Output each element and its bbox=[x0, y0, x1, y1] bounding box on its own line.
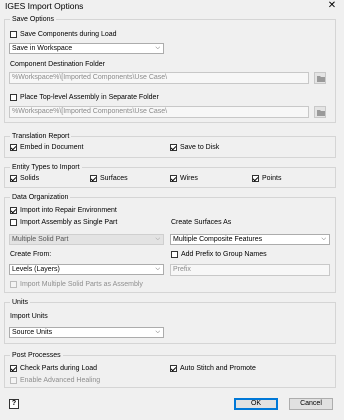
folder-icon bbox=[317, 76, 325, 82]
browse-destination-button[interactable] bbox=[314, 72, 326, 84]
wires-checkbox[interactable] bbox=[170, 175, 177, 182]
close-icon[interactable]: ✕ bbox=[326, 0, 338, 11]
surfaces-checkbox[interactable] bbox=[90, 175, 97, 182]
solids-checkbox[interactable] bbox=[10, 175, 17, 182]
advanced-healing-checkbox[interactable] bbox=[10, 377, 17, 384]
prefix-input[interactable]: Prefix bbox=[170, 264, 330, 276]
translation-report-title: Translation Report bbox=[10, 132, 72, 141]
chevron-down-icon: ⌵ bbox=[155, 266, 160, 272]
save-to-disk-checkbox[interactable] bbox=[170, 144, 177, 151]
window-title: IGES Import Options bbox=[5, 1, 84, 11]
chevron-down-icon: ⌵ bbox=[321, 236, 326, 242]
save-mode-dropdown[interactable]: Save in Workspace ⌵ bbox=[9, 43, 164, 54]
folder-icon bbox=[317, 110, 325, 116]
save-components-label: Save Components during Load bbox=[20, 31, 117, 38]
solids-label: Solids bbox=[20, 175, 40, 182]
save-components-checkbox[interactable] bbox=[10, 31, 17, 38]
repair-environment-checkbox[interactable] bbox=[10, 207, 17, 214]
place-top-level-label: Place Top-level Assembly in Separate Fol… bbox=[20, 94, 159, 101]
advanced-healing-label: Enable Advanced Healing bbox=[20, 377, 101, 384]
single-part-mode-value: Multiple Solid Part bbox=[12, 236, 69, 243]
cancel-button[interactable]: Cancel bbox=[289, 398, 333, 410]
create-surfaces-dropdown[interactable]: Multiple Composite Features ⌵ bbox=[170, 234, 330, 245]
multi-solid-assembly-checkbox[interactable] bbox=[10, 281, 17, 288]
save-mode-value: Save in Workspace bbox=[12, 45, 73, 52]
chevron-down-icon: ⌵ bbox=[155, 45, 160, 51]
check-parts-checkbox[interactable] bbox=[10, 365, 17, 372]
browse-top-level-button[interactable] bbox=[314, 106, 326, 118]
embed-document-label: Embed in Document bbox=[20, 144, 84, 151]
add-prefix-label: Add Prefix to Group Names bbox=[181, 251, 267, 258]
create-surfaces-value: Multiple Composite Features bbox=[173, 236, 263, 243]
chevron-down-icon: ⌵ bbox=[155, 236, 160, 242]
data-organization-title: Data Organization bbox=[10, 193, 71, 202]
auto-stitch-label: Auto Stitch and Promote bbox=[180, 365, 256, 372]
top-level-folder-input[interactable]: %Workspace%\[Imported Components\Use Cas… bbox=[9, 106, 309, 118]
save-options-title: Save Options bbox=[10, 15, 57, 24]
points-checkbox[interactable] bbox=[252, 175, 259, 182]
destination-folder-label: Component Destination Folder bbox=[10, 61, 105, 68]
entity-types-title: Entity Types to Import bbox=[10, 163, 82, 172]
auto-stitch-checkbox[interactable] bbox=[170, 365, 177, 372]
single-part-mode-dropdown[interactable]: Multiple Solid Part ⌵ bbox=[9, 234, 164, 245]
surfaces-label: Surfaces bbox=[100, 175, 128, 182]
points-label: Points bbox=[262, 175, 282, 182]
import-units-label: Import Units bbox=[10, 313, 48, 320]
place-top-level-checkbox[interactable] bbox=[10, 94, 17, 101]
create-from-dropdown[interactable]: Levels (Layers) ⌵ bbox=[9, 264, 164, 275]
add-prefix-checkbox[interactable] bbox=[171, 251, 178, 258]
create-surfaces-label: Create Surfaces As bbox=[171, 219, 232, 226]
embed-document-checkbox[interactable] bbox=[10, 144, 17, 151]
ok-button[interactable]: OK bbox=[234, 398, 278, 410]
destination-folder-input[interactable]: %Workspace%\[Imported Components\Use Cas… bbox=[9, 72, 309, 84]
save-to-disk-label: Save to Disk bbox=[180, 144, 220, 151]
check-parts-label: Check Parts during Load bbox=[20, 365, 98, 372]
wires-label: Wires bbox=[180, 175, 198, 182]
units-title: Units bbox=[10, 298, 30, 307]
help-icon[interactable]: ? bbox=[9, 399, 19, 409]
single-part-checkbox[interactable] bbox=[10, 219, 17, 226]
post-processes-title: Post Processes bbox=[10, 351, 63, 360]
import-units-value: Source Units bbox=[12, 329, 53, 336]
repair-environment-label: Import into Repair Environment bbox=[20, 207, 117, 214]
create-from-label: Create From: bbox=[10, 251, 52, 258]
import-units-dropdown[interactable]: Source Units ⌵ bbox=[9, 327, 164, 338]
create-from-value: Levels (Layers) bbox=[12, 266, 60, 273]
single-part-label: Import Assembly as Single Part bbox=[20, 219, 118, 226]
chevron-down-icon: ⌵ bbox=[155, 329, 160, 335]
multi-solid-assembly-label: Import Multiple Solid Parts as Assembly bbox=[20, 281, 143, 288]
